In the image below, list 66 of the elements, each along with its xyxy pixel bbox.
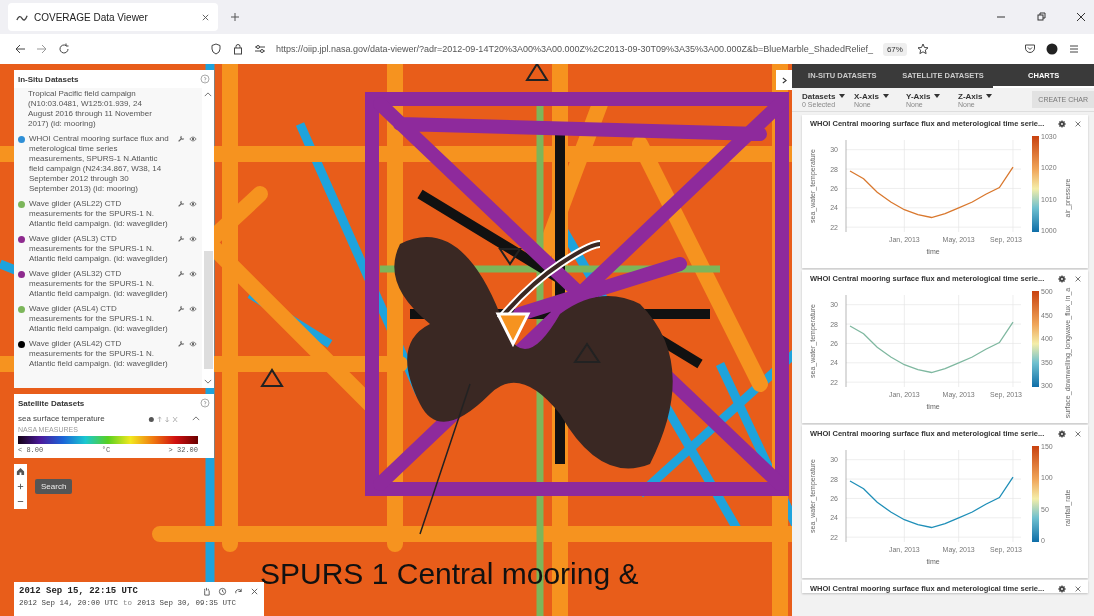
current-time: 2012 Sep 15, 22:15 UTC: [19, 586, 139, 596]
back-arrow-icon[interactable]: [14, 43, 26, 55]
permissions-icon[interactable]: [254, 43, 266, 55]
caret-icon[interactable]: [986, 94, 993, 98]
axis-dropdown[interactable]: X-Axis: [854, 91, 879, 101]
axis-dropdown[interactable]: Datasets: [802, 91, 836, 101]
dataset-item[interactable]: Wave glider (ASL3) CTD measurements for the SPURS-1 N. Atlantic field campaign. (id: waveglider): [29, 234, 169, 264]
reload-icon[interactable]: [58, 43, 70, 55]
wrench-icon[interactable]: [177, 270, 185, 278]
scroll-up-icon[interactable]: [204, 92, 212, 97]
hand-icon[interactable]: [202, 586, 211, 596]
settings-icon[interactable]: [1058, 584, 1066, 593]
dataset-item[interactable]: Tropical Pacific field campaign (N10:03.0481, W125:01.939, 24 August 2016 through 11 November 2017) (id: mooring): [28, 89, 168, 129]
zoom-in-icon[interactable]: [16, 482, 25, 491]
browser-tab[interactable]: COVERAGE Data Viewer: [8, 3, 218, 31]
layer-name: sea surface temperature: [18, 414, 106, 424]
map-label: SPURS 1 Central mooring &: [260, 557, 639, 591]
shield-icon[interactable]: [210, 43, 222, 55]
axis-dropdown[interactable]: Y-Axis: [906, 91, 931, 101]
eye-icon[interactable]: [189, 135, 197, 143]
restore-icon[interactable]: [1036, 12, 1046, 22]
scroll-down-icon[interactable]: [204, 379, 212, 384]
dataset-item[interactable]: WHOI Central mooring surface flux and meterological time series measurements, SPURS-1 N.Atlantic field campaign (N24:34.867, W38, 14 September 2012 through 30 September 2013) (id: mooring): [29, 134, 169, 194]
scroll-up-icon[interactable]: [192, 416, 200, 421]
url-field[interactable]: https://oiip.jpl.nasa.gov/data-viewer/?adr=2012-09-14T20%3A00%3A00.000Z%2C2013-09-30T09%3A35%3A00.000Z&b=BlueMarble_ShadedRelief_: [276, 44, 873, 54]
settings-icon[interactable]: [1058, 429, 1066, 438]
dataset-item[interactable]: Wave glider (ASL22) CTD measurements for the SPURS-1 N. Atlantic field campaign. (id: waveglider): [29, 199, 169, 229]
zoom-level-badge[interactable]: 67%: [882, 42, 907, 56]
panel-title: In-Situ Datasets: [18, 74, 79, 84]
wrench-icon[interactable]: [177, 340, 185, 348]
caret-icon[interactable]: [839, 94, 846, 98]
axis-dropdown[interactable]: Z-Axis: [958, 91, 983, 101]
new-tab-icon[interactable]: [230, 12, 240, 22]
dataset-item[interactable]: Wave glider (ASL4) CTD measurements for the SPURS-1 N. Atlantic field campaign. (id: waveglider): [29, 304, 169, 334]
close-icon[interactable]: [1076, 12, 1086, 22]
dataset-item[interactable]: Wave glider (ASL42) CTD measurements for the SPURS-1 N. Atlantic field campaign. (id: waveglider): [29, 339, 169, 369]
caret-icon[interactable]: [882, 94, 889, 98]
redo-icon[interactable]: [234, 586, 243, 596]
eye-icon[interactable]: [189, 340, 197, 348]
eye-icon[interactable]: [189, 270, 197, 278]
history-icon[interactable]: [218, 586, 227, 596]
panel-title: Satellite Datasets: [18, 398, 85, 408]
wrench-icon[interactable]: [177, 235, 185, 243]
dataset-item[interactable]: Wave glider (ASL32) CTD measurements for the SPURS-1 N. Atlantic field campaign. (id: waveglider): [29, 269, 169, 299]
close-icon[interactable]: [250, 586, 259, 596]
chevron-icon: [781, 76, 787, 84]
menu-icon[interactable]: [1068, 43, 1080, 55]
lock-icon[interactable]: [232, 43, 244, 55]
wrench-icon[interactable]: [177, 135, 185, 143]
caret-icon[interactable]: [934, 94, 941, 98]
account-icon[interactable]: [1046, 43, 1058, 55]
collapse-panel-button[interactable]: [776, 70, 792, 90]
settings-icon[interactable]: [1058, 274, 1066, 283]
wrench-icon[interactable]: [177, 200, 185, 208]
eye-icon[interactable]: [189, 305, 197, 313]
star-icon[interactable]: [916, 43, 929, 55]
home-icon[interactable]: [16, 467, 25, 476]
settings-icon[interactable]: [1058, 119, 1066, 128]
forward-arrow-icon[interactable]: [36, 43, 48, 55]
eye-icon[interactable]: [189, 200, 197, 208]
close-icon[interactable]: [201, 12, 210, 22]
layer-actions-icon[interactable]: [148, 416, 178, 423]
pocket-icon[interactable]: [1024, 43, 1036, 55]
wrench-icon[interactable]: [177, 305, 185, 313]
eye-icon[interactable]: [189, 235, 197, 243]
search-button[interactable]: Search: [35, 479, 73, 494]
